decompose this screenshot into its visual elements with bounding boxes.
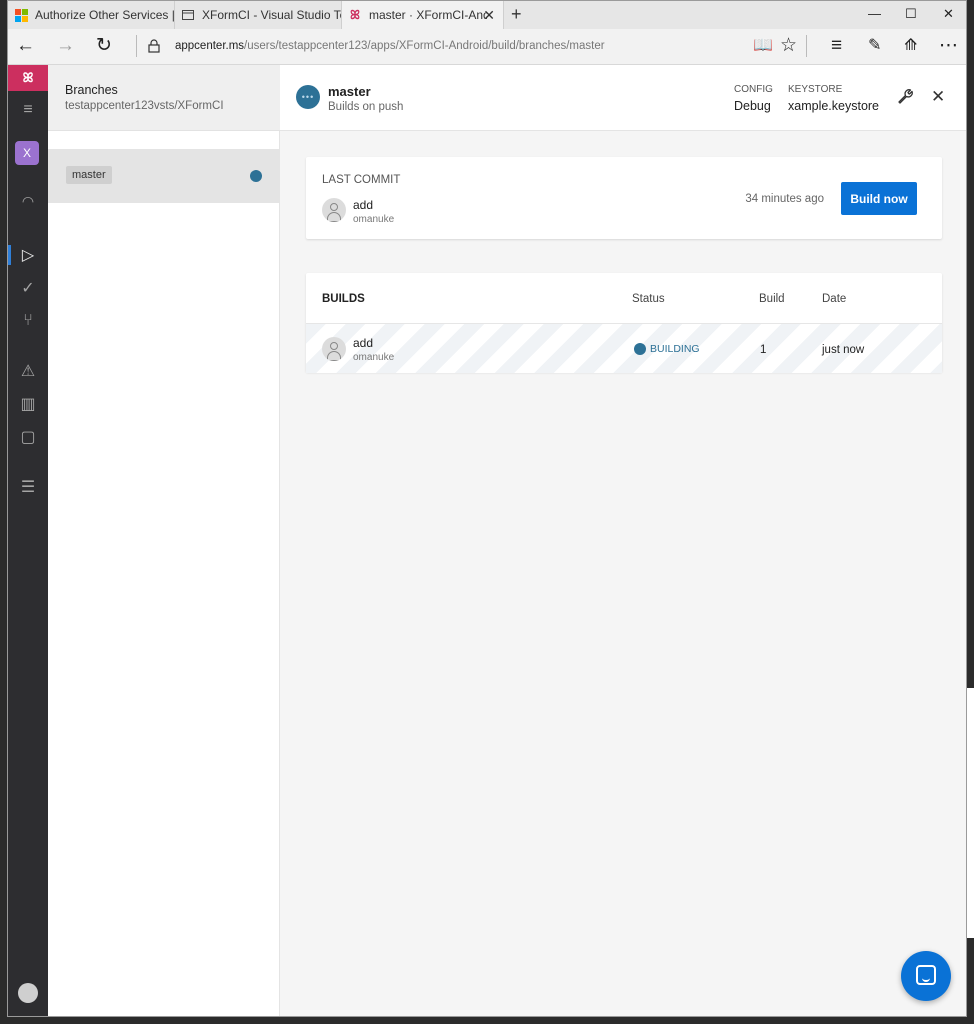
tab-strip: Authorize Other Services | M XFormCI - V… xyxy=(8,1,966,29)
build-now-button[interactable]: Build now xyxy=(841,182,917,215)
builds-title: BUILDS xyxy=(322,293,365,305)
background-window xyxy=(967,688,974,938)
url-host: appcenter.ms xyxy=(175,40,245,52)
web-note-icon[interactable]: ✎ xyxy=(868,36,881,56)
microsoft-logo-icon xyxy=(14,8,28,22)
build-date: just now xyxy=(822,344,865,356)
push-icon[interactable]: ▢ xyxy=(8,427,48,447)
url-path: /users/testappcenter123/apps/XFormCI-And… xyxy=(244,40,605,52)
branch-header: ••• master Builds on push CONFIG Debug K… xyxy=(280,65,966,131)
repo-name: testappcenter123vsts/XFormCI xyxy=(65,100,224,112)
menu-icon[interactable]: ≡ xyxy=(8,101,48,119)
building-status-icon xyxy=(250,170,262,182)
tab-xformci-vsts[interactable]: XFormCI - Visual Studio Tean xyxy=(175,1,342,29)
tab-master-active[interactable]: ꕤ master · XFormCI-Andro ✕ xyxy=(342,1,504,29)
app-center: ꕤ ≡ X ◠ ▷ ✓ ⑂ ⚠ ▥ ▢ ☰ Branches testappce… xyxy=(8,65,966,1016)
branches-panel: Branches testappcenter123vsts/XFormCI ma… xyxy=(48,65,280,1016)
back-icon[interactable]: ← xyxy=(16,36,35,56)
commit-message: add xyxy=(353,336,374,350)
branch-title: master xyxy=(328,84,371,99)
test-icon[interactable]: ✓ xyxy=(8,278,48,298)
tab-title: Authorize Other Services | M xyxy=(35,8,175,22)
build-number: 1 xyxy=(760,344,767,356)
app-center-logo-icon[interactable]: ꕤ xyxy=(8,65,48,91)
more-icon[interactable]: ⋯ xyxy=(939,36,958,56)
branches-header: Branches testappcenter123vsts/XFormCI xyxy=(48,65,280,131)
distribute-icon[interactable]: ⑂ xyxy=(8,312,48,330)
page-icon xyxy=(181,8,195,22)
build-trigger: Builds on push xyxy=(328,101,404,113)
column-header-status[interactable]: Status xyxy=(632,293,665,305)
close-icon[interactable]: ✕ xyxy=(931,87,945,107)
build-icon[interactable]: ▷ xyxy=(8,245,48,265)
app-center-logo-icon: ꕤ xyxy=(350,7,360,22)
reading-view-icon[interactable]: 📖 xyxy=(753,36,773,56)
last-commit-card: LAST COMMIT add omanuke 34 minutes ago B… xyxy=(306,157,942,239)
branch-name: master xyxy=(66,166,112,184)
minimize-icon[interactable]: — xyxy=(868,6,881,21)
chat-icon xyxy=(916,965,936,985)
share-icon[interactable]: ⟰ xyxy=(904,36,917,56)
table-row[interactable]: add omanuke BUILDING 1 just now xyxy=(306,323,942,373)
divider xyxy=(136,35,137,57)
branch-detail: ••• master Builds on push CONFIG Debug K… xyxy=(280,65,966,1016)
user-avatar[interactable] xyxy=(18,983,38,1003)
address-bar: ← → ↻ appcenter.ms/users/testappcenter12… xyxy=(8,29,966,65)
last-commit-label: LAST COMMIT xyxy=(322,174,401,186)
analytics-icon[interactable]: ▥ xyxy=(8,394,48,414)
close-window-icon[interactable]: ✕ xyxy=(943,6,954,22)
refresh-icon[interactable]: ↻ xyxy=(96,36,112,56)
tab-title: master · XFormCI-Andro xyxy=(369,8,487,22)
tab-authorize[interactable]: Authorize Other Services | M xyxy=(8,1,175,29)
favorite-star-icon[interactable]: ☆ xyxy=(780,36,797,56)
commit-author-avatar xyxy=(322,198,346,222)
branches-title: Branches xyxy=(65,83,118,97)
settings-sliders-icon[interactable]: ☰ xyxy=(8,477,48,497)
branch-item-master[interactable]: master xyxy=(48,149,279,203)
new-tab-icon[interactable]: + xyxy=(511,4,522,25)
building-status-icon: ••• xyxy=(296,85,320,109)
status-badge: BUILDING xyxy=(650,343,700,355)
column-header-date[interactable]: Date xyxy=(822,293,846,305)
url-field[interactable]: appcenter.ms/users/testappcenter123/apps… xyxy=(175,40,605,52)
wrench-icon[interactable] xyxy=(896,87,914,110)
building-status-icon xyxy=(634,343,646,355)
commit-message: add xyxy=(353,198,374,212)
browser-window: Authorize Other Services | M XFormCI - V… xyxy=(7,0,967,1017)
config-value: Debug xyxy=(734,99,771,113)
divider xyxy=(806,35,807,57)
overview-icon[interactable]: ◠ xyxy=(8,193,48,210)
config-label: CONFIG xyxy=(734,84,773,95)
column-header-build[interactable]: Build xyxy=(759,293,785,305)
app-avatar[interactable]: X xyxy=(15,141,39,165)
crashes-icon[interactable]: ⚠ xyxy=(8,361,48,381)
commit-author: omanuke xyxy=(353,352,395,363)
close-tab-icon[interactable]: ✕ xyxy=(483,7,495,24)
commit-time: 34 minutes ago xyxy=(745,193,824,205)
commit-author: omanuke xyxy=(353,214,395,225)
builds-card: BUILDS Status Build Date add omanuke BUI… xyxy=(306,273,942,373)
forward-icon[interactable]: → xyxy=(56,36,75,56)
hub-icon[interactable]: ≡ xyxy=(831,36,842,56)
keystore-label: KEYSTORE xyxy=(788,84,843,95)
keystore-value: xample.keystore xyxy=(788,99,880,113)
lock-icon xyxy=(148,38,160,58)
commit-author-avatar xyxy=(322,337,346,361)
nav-rail: ꕤ ≡ X ◠ ▷ ✓ ⑂ ⚠ ▥ ▢ ☰ xyxy=(8,65,48,1016)
maximize-icon[interactable]: ☐ xyxy=(905,6,917,22)
chat-button[interactable] xyxy=(901,951,951,1001)
tab-title: XFormCI - Visual Studio Tean xyxy=(202,8,341,22)
